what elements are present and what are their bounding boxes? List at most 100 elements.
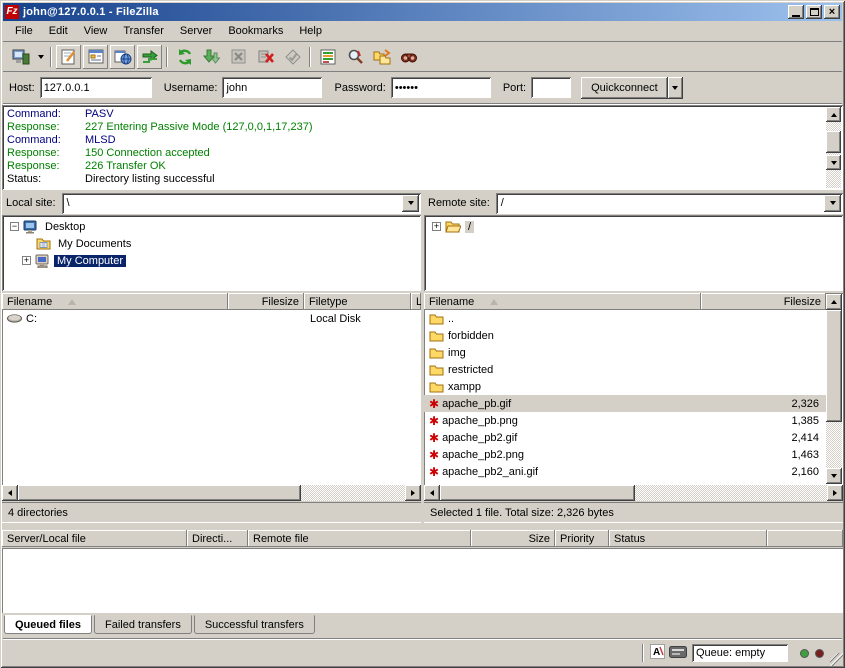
menu-bookmarks[interactable]: Bookmarks [220,23,291,39]
remote-file-row[interactable]: ✱apache_pb2_ani.gif 2,160 [424,463,826,480]
column-header-size[interactable]: Size [471,530,555,547]
expand-icon[interactable]: + [432,222,441,231]
synchronized-browsing-icon[interactable] [369,45,394,69]
tab-failed-transfers[interactable]: Failed transfers [94,615,192,634]
username-input[interactable] [222,77,322,98]
column-header-filesize[interactable]: Filesize [701,293,826,310]
toggle-message-log-icon[interactable] [56,45,81,69]
menu-transfer[interactable]: Transfer [115,23,172,39]
tree-item-desktop[interactable]: − Desktop [2,218,421,235]
scroll-down-button[interactable] [826,468,842,484]
column-header-remote-file[interactable]: Remote file [248,530,471,547]
tree-item-my-documents[interactable]: My Documents [2,235,421,252]
tree-item-root[interactable]: + / [424,218,843,235]
toolbar-separator [166,47,168,67]
remote-horizontal-scrollbar[interactable] [424,485,843,501]
close-button[interactable]: × [824,5,840,19]
remote-file-row[interactable]: .. [424,310,826,327]
column-header-lastmodified[interactable]: L [411,293,421,310]
local-site-combo[interactable]: \ [62,193,421,214]
statusbar-divider [642,644,644,662]
column-header-filename[interactable]: Filename [424,293,701,310]
minimize-button[interactable] [788,5,804,19]
column-header-priority[interactable]: Priority [555,530,609,547]
file-name: xampp [448,381,481,393]
expand-icon[interactable]: + [22,256,31,265]
menu-help[interactable]: Help [291,23,330,39]
scroll-up-button[interactable] [826,294,842,310]
column-header-filetype[interactable]: Filetype [304,293,411,310]
process-queue-icon[interactable] [199,45,224,69]
remote-file-row-selected[interactable]: ✱apache_pb.gif 2,326 [424,395,826,412]
filename-filters-icon[interactable] [342,45,367,69]
chevron-down-icon [408,201,414,205]
local-status-text: 4 directories [2,502,421,523]
password-input[interactable] [391,77,491,98]
scroll-up-button[interactable] [826,107,841,122]
folder-icon [429,330,444,342]
menu-file[interactable]: File [7,23,41,39]
disconnect-icon[interactable] [253,45,278,69]
remote-file-row[interactable]: ✱apache_pb2.gif 2,414 [424,429,826,446]
column-header-filesize[interactable]: Filesize [228,293,304,310]
scrollbar-thumb[interactable] [18,485,301,501]
combo-dropdown-button[interactable] [402,195,419,212]
directory-comparison-icon[interactable] [315,45,340,69]
column-header-status[interactable]: Status [609,530,767,547]
reconnect-icon[interactable] [280,45,305,69]
scroll-right-button[interactable] [827,485,843,501]
column-header-server-local-file[interactable]: Server/Local file [2,530,187,547]
toggle-local-tree-icon[interactable] [83,45,108,69]
log-line: Command:PASV [7,108,843,121]
remote-file-row[interactable]: xampp [424,378,826,395]
remote-vertical-scrollbar[interactable] [826,294,842,484]
toggle-transfer-queue-icon[interactable] [137,45,162,69]
scrollbar-thumb[interactable] [826,131,841,153]
scrollbar-thumb[interactable] [826,310,842,422]
local-file-row[interactable]: C: Local Disk [2,310,421,327]
folder-icon [429,364,444,376]
scroll-left-button[interactable] [2,485,18,501]
host-input[interactable] [40,77,152,98]
quickconnect-button[interactable]: Quickconnect [581,77,668,99]
toggle-remote-tree-icon[interactable] [110,45,135,69]
site-manager-icon[interactable] [8,45,33,69]
cancel-operation-icon[interactable] [226,45,251,69]
remote-site-combo[interactable]: / [496,193,843,214]
maximize-button[interactable] [806,5,822,19]
combo-dropdown-button[interactable] [824,195,841,212]
folder-icon [429,347,444,359]
scroll-down-button[interactable] [826,155,841,170]
remote-file-row[interactable]: restricted [424,361,826,378]
scroll-right-button[interactable] [405,485,421,501]
queue-header: Server/Local file Directi... Remote file… [2,530,843,547]
local-site-bar: Local site: \ [2,192,421,214]
log-scrollbar[interactable] [826,107,841,188]
quickconnect-dropdown[interactable] [668,77,683,99]
queue-list-area[interactable] [2,548,843,613]
scrollbar-thumb[interactable] [440,485,635,501]
collapse-icon[interactable]: − [10,222,19,231]
port-input[interactable] [531,77,571,98]
image-file-icon: ✱ [429,466,439,478]
local-horizontal-scrollbar[interactable] [2,485,421,501]
column-header-filename[interactable]: Filename [2,293,228,310]
column-header-direction[interactable]: Directi... [187,530,248,547]
tab-successful-transfers[interactable]: Successful transfers [194,615,315,634]
remote-file-row[interactable]: forbidden [424,327,826,344]
refresh-icon[interactable] [172,45,197,69]
file-search-icon[interactable] [396,45,421,69]
resize-grip[interactable] [830,653,843,666]
remote-file-row[interactable]: ✱apache_pb2.png 1,463 [424,446,826,463]
menu-edit[interactable]: Edit [41,23,76,39]
site-manager-dropdown[interactable] [34,45,47,69]
tab-queued-files[interactable]: Queued files [4,615,92,634]
scroll-left-button[interactable] [424,485,440,501]
remote-file-row[interactable]: img [424,344,826,361]
file-type: Local Disk [304,313,411,325]
tree-item-my-computer[interactable]: + My Computer [2,252,421,269]
title-bar[interactable]: Fz john@127.0.0.1 - FileZilla × [3,3,842,21]
remote-file-row[interactable]: ✱apache_pb.png 1,385 [424,412,826,429]
menu-server[interactable]: Server [172,23,220,39]
menu-view[interactable]: View [76,23,116,39]
